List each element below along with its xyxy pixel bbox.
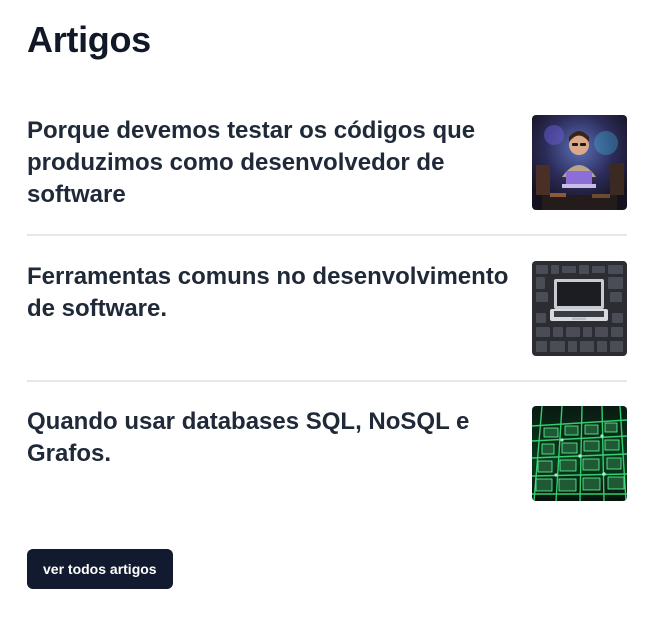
- article-thumbnail[interactable]: [532, 115, 627, 210]
- article-item[interactable]: Quando usar databases SQL, NoSQL e Grafo…: [27, 406, 627, 502]
- divider: [27, 234, 627, 236]
- article-item[interactable]: Porque devemos testar os códigos que pro…: [27, 115, 627, 211]
- section-title: Artigos: [27, 19, 151, 60]
- article-thumbnail[interactable]: [532, 261, 627, 356]
- green-circuit-board-thumbnail: [532, 406, 627, 501]
- view-all-articles-button[interactable]: ver todos artigos: [27, 549, 173, 589]
- article-title[interactable]: Ferramentas comuns no desenvolvimento de…: [27, 261, 517, 325]
- person-coding-laptop-thumbnail: [532, 115, 627, 210]
- article-title[interactable]: Quando usar databases SQL, NoSQL e Grafo…: [27, 406, 517, 470]
- divider: [27, 380, 627, 382]
- article-item[interactable]: Ferramentas comuns no desenvolvimento de…: [27, 261, 627, 357]
- article-title[interactable]: Porque devemos testar os códigos que pro…: [27, 115, 517, 211]
- article-thumbnail[interactable]: [532, 406, 627, 501]
- laptop-tools-flatlay-thumbnail: [532, 261, 627, 356]
